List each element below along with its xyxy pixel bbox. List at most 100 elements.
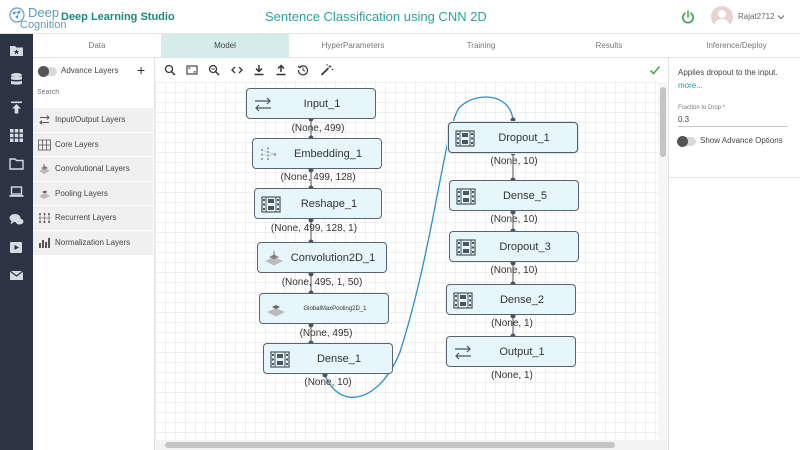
logo-text-cognition: Cognition	[20, 19, 67, 31]
bar-chart-icon	[39, 237, 50, 248]
mail-icon[interactable]	[9, 268, 24, 283]
layer-category-recurrent[interactable]: Recurrent Layers	[33, 206, 153, 231]
user-avatar[interactable]	[711, 6, 733, 28]
layer-category-input-output[interactable]: Input/Output Layers	[33, 108, 153, 133]
layer-description: Applies dropout to the input.	[678, 68, 778, 77]
star-folder-icon[interactable]	[9, 43, 24, 58]
fraction-to-drop-label: Fraction to Drop *	[678, 105, 726, 111]
product-name: Deep Learning Studio	[61, 11, 175, 23]
app-header: Deep Cognition Deep Learning Studio Sent…	[0, 0, 800, 34]
layer-output-shape: (None, 10)	[490, 214, 538, 225]
scrollbar-thumb[interactable]	[660, 87, 666, 157]
layer-output-shape: (None, 495, 1, 50)	[281, 277, 363, 288]
upload-icon[interactable]	[9, 100, 24, 115]
username[interactable]: Rajat2712	[738, 12, 774, 21]
layer-category-pooling[interactable]: Pooling Layers	[33, 181, 153, 207]
deep-cognition-logo[interactable]: Deep Cognition	[6, 4, 66, 32]
layer-output-shape: (None, 10)	[490, 265, 538, 276]
show-advance-options-label: Show Advance Options	[700, 136, 783, 145]
layer-category-core[interactable]: Core Layers	[33, 132, 153, 158]
layer-category-list: Input/Output Layers Core Layers Convolut…	[33, 108, 153, 256]
layer-node-label: Embedding_1	[294, 148, 362, 160]
layer-category-label: Recurrent Layers	[55, 213, 117, 223]
layer-properties-panel: Applies dropout to the input. more... Fr…	[668, 58, 800, 450]
layer-output-shape: (None, 495)	[299, 328, 353, 339]
layer-search-input[interactable]	[37, 86, 149, 98]
pooling-icon	[39, 190, 50, 199]
layer-output-shape: (None, 499, 128, 1)	[270, 223, 358, 234]
layer-node-dense-5[interactable]: Dense_5	[449, 180, 579, 211]
layer-panel: Advance Layers + Input/Output Layers Cor…	[33, 58, 155, 450]
layer-node-dense-1[interactable]: Dense_1	[263, 343, 393, 374]
layer-category-normalization[interactable]: Normalization Layers	[33, 230, 153, 256]
layer-category-label: Convolutional Layers	[55, 164, 130, 174]
power-icon[interactable]	[680, 9, 696, 25]
layer-category-convolutional[interactable]: Convolutional Layers	[33, 157, 153, 182]
conv-icon	[39, 164, 50, 175]
workflow-tabs: Data Model HyperParameters Training Resu…	[33, 34, 800, 58]
horizontal-scrollbar[interactable]	[155, 440, 668, 450]
layer-node-label: Input_1	[303, 98, 341, 110]
layer-node-output-1[interactable]: Output_1	[446, 336, 576, 367]
canvas-toolbar	[155, 58, 668, 82]
layer-node-embedding-1[interactable]: Embedding_1	[252, 138, 382, 169]
layer-node-label: Reshape_1	[300, 198, 358, 210]
layer-category-label: Normalization Layers	[55, 237, 131, 247]
layer-output-shape: (None, 499)	[291, 123, 345, 134]
advance-layers-toggle[interactable]	[38, 66, 57, 77]
layer-node-convolution2d-1[interactable]: Convolution2D_1	[257, 242, 387, 273]
layer-node-input-1[interactable]: Input_1	[246, 88, 376, 119]
layer-node-dense-2[interactable]: Dense_2	[446, 284, 576, 315]
zoom-out-icon[interactable]	[208, 64, 220, 76]
left-nav	[0, 34, 33, 450]
fraction-to-drop-input[interactable]	[678, 113, 788, 127]
layer-output-shape: (None, 10)	[490, 156, 538, 167]
show-advance-options-toggle[interactable]	[677, 136, 696, 147]
code-icon[interactable]	[231, 64, 243, 76]
layer-output-shape: (None, 10)	[304, 377, 352, 388]
scrollbar-thumb[interactable]	[165, 442, 615, 448]
layer-node-dropout-3[interactable]: Dropout_3	[449, 231, 579, 262]
folder-icon[interactable]	[9, 156, 24, 171]
layer-output-shape: (None, 1)	[491, 318, 533, 329]
play-icon[interactable]	[9, 240, 24, 255]
check-icon[interactable]	[649, 64, 661, 76]
layer-node-label: Dropout_1	[498, 132, 550, 144]
layer-category-label: Input/Output Layers	[55, 115, 126, 124]
layer-output-shape: (None, 1)	[491, 370, 533, 381]
layer-node-label: Dropout_3	[499, 241, 551, 253]
tab-training[interactable]: Training	[417, 34, 545, 58]
layer-category-label: Pooling Layers	[55, 188, 108, 198]
download-icon[interactable]	[253, 64, 265, 76]
laptop-icon[interactable]	[9, 184, 24, 199]
history-icon[interactable]	[297, 64, 309, 76]
zoom-in-icon[interactable]	[164, 64, 176, 76]
magic-wand-icon[interactable]	[320, 64, 334, 76]
upload-icon[interactable]	[275, 64, 287, 76]
layer-node-label: GlobalMaxPooling2D_1	[303, 306, 367, 312]
database-icon[interactable]	[9, 72, 24, 87]
plus-icon[interactable]: +	[137, 63, 145, 77]
core-grid-icon	[38, 139, 51, 150]
tab-model[interactable]: Model	[161, 34, 289, 58]
recurrent-icon	[38, 213, 51, 224]
layer-output-shape: (None, 499, 128)	[280, 172, 356, 183]
layer-node-label: Dense_1	[316, 353, 362, 365]
layer-category-label: Core Layers	[55, 139, 99, 149]
layer-node-dropout-1[interactable]: Dropout_1	[448, 122, 578, 153]
chat-icon[interactable]	[9, 212, 24, 227]
tab-results[interactable]: Results	[545, 34, 673, 58]
more-link[interactable]: more...	[678, 81, 703, 90]
fit-screen-icon[interactable]	[186, 64, 198, 76]
tab-hyperparameters[interactable]: HyperParameters	[289, 34, 417, 58]
tab-data[interactable]: Data	[33, 34, 161, 58]
grid-icon[interactable]	[9, 128, 24, 143]
tab-inference-deploy[interactable]: Inference/Deploy	[673, 34, 800, 58]
logo-text-deep: Deep	[28, 5, 60, 20]
layer-node-globalmaxpooling2d-1[interactable]: GlobalMaxPooling2D_1	[259, 293, 389, 324]
model-canvas[interactable]: Input_1 (None, 499) Embedding_1 (None, 4…	[155, 82, 668, 450]
layer-node-reshape-1[interactable]: Reshape_1	[254, 188, 382, 219]
arrows-icon	[39, 115, 50, 125]
chevron-down-icon[interactable]	[777, 13, 785, 21]
vertical-scrollbar[interactable]	[658, 82, 668, 440]
